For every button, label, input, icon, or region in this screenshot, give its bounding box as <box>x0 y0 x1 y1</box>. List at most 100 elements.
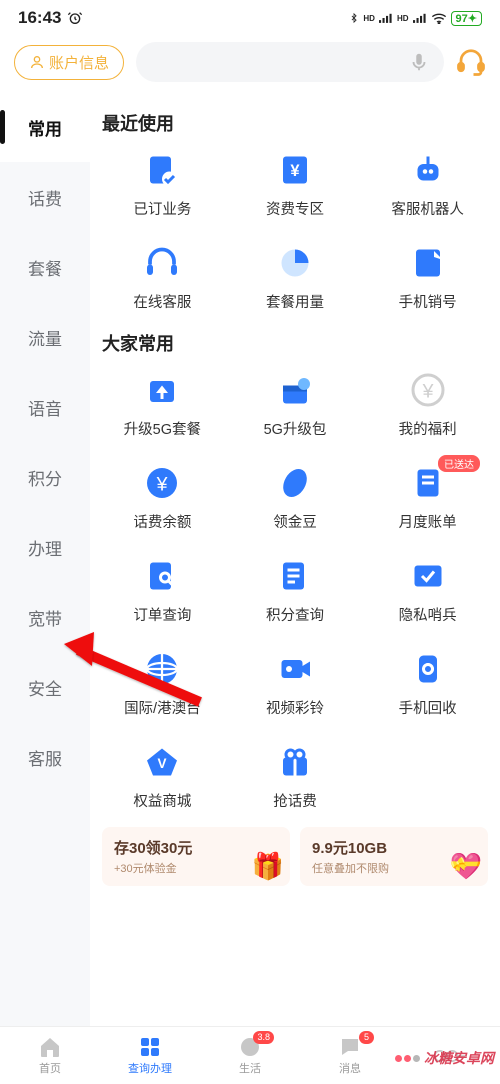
nav-life[interactable]: 3.8 生活 <box>200 1027 300 1084</box>
nav-messages[interactable]: 5 消息 <box>300 1027 400 1084</box>
robot-icon <box>408 150 448 190</box>
item-label: 隐私哨兵 <box>399 604 457 625</box>
mic-icon[interactable] <box>408 51 430 73</box>
item-label: 升级5G套餐 <box>124 418 201 439</box>
watermark: 冰糖安卓网 <box>395 1048 494 1068</box>
item-label: 抢话费 <box>273 790 317 811</box>
recycle-icon <box>408 649 448 689</box>
item-badge: 已送达 <box>438 455 480 472</box>
promo-gift-icon: 🎁 <box>252 851 284 882</box>
grid-icon <box>138 1035 162 1059</box>
service-item-headset[interactable]: 在线客服 <box>96 243 229 312</box>
status-bar: 16:43 HD HD 97✦ <box>0 0 500 36</box>
service-item-vip[interactable]: V 权益商城 <box>96 742 229 811</box>
service-item-globe[interactable]: 国际/港澳台 <box>96 649 229 718</box>
svg-text:¥: ¥ <box>156 474 168 496</box>
yen-solid-icon: ¥ <box>142 463 182 503</box>
search-doc-icon <box>142 556 182 596</box>
item-label: 订单查询 <box>133 604 191 625</box>
item-label: 视频彩铃 <box>266 697 324 718</box>
service-item-gift-g[interactable]: 5G升级包 <box>229 370 362 439</box>
sidebar-item-service[interactable]: 客服 <box>0 722 90 792</box>
service-item-recycle[interactable]: 手机回收 <box>361 649 494 718</box>
nav-badge: 3.8 <box>253 1031 274 1044</box>
svg-text:V: V <box>158 756 167 771</box>
doc-check-icon <box>142 150 182 190</box>
gift-icon <box>275 742 315 782</box>
battery-indicator: 97✦ <box>451 11 482 26</box>
svg-text:¥: ¥ <box>421 381 433 403</box>
vip-icon: V <box>142 742 182 782</box>
cancel-icon <box>408 243 448 283</box>
service-item-pie[interactable]: 套餐用量 <box>229 243 362 312</box>
service-item-list-doc[interactable]: 积分查询 <box>229 556 362 625</box>
promo-gift-icon: 💝 <box>450 851 482 882</box>
service-item-cancel[interactable]: 手机销号 <box>361 243 494 312</box>
item-label: 手机销号 <box>399 291 457 312</box>
sidebar-item-broadband[interactable]: 宽带 <box>0 582 90 652</box>
top-bar: 账户信息 <box>0 36 500 92</box>
item-label: 领金豆 <box>273 511 317 532</box>
service-item-yen-circle[interactable]: ¥ 我的福利 <box>361 370 494 439</box>
nav-badge: 5 <box>359 1031 374 1044</box>
service-item-bean[interactable]: 领金豆 <box>229 463 362 532</box>
signal-icon <box>379 12 393 24</box>
item-label: 资费专区 <box>266 198 324 219</box>
list-doc-icon <box>275 556 315 596</box>
customer-service-icon[interactable] <box>456 47 486 77</box>
item-label: 手机回收 <box>399 697 457 718</box>
price-tag-icon: ¥ <box>275 150 315 190</box>
service-item-shield[interactable]: 隐私哨兵 <box>361 556 494 625</box>
service-item-search-doc[interactable]: 订单查询 <box>96 556 229 625</box>
shield-icon <box>408 556 448 596</box>
item-label: 话费余额 <box>133 511 191 532</box>
svg-text:¥: ¥ <box>290 162 300 180</box>
signal-icon-2 <box>413 12 427 24</box>
nav-home[interactable]: 首页 <box>0 1027 100 1084</box>
status-time: 16:43 <box>18 8 61 28</box>
bluetooth-icon <box>349 11 359 25</box>
sidebar-item-data[interactable]: 流量 <box>0 302 90 372</box>
promo-card-1[interactable]: 存30领30元 +30元体验金 🎁 <box>102 827 290 886</box>
sidebar-item-common[interactable]: 常用 <box>0 92 90 162</box>
headset-icon <box>142 243 182 283</box>
item-label: 月度账单 <box>399 511 457 532</box>
sidebar-item-voice[interactable]: 语音 <box>0 372 90 442</box>
content-area: 最近使用 已订业务 ¥ 资费专区 客服机器人 在线客服 套餐用量 手机销号 大家… <box>90 92 500 1026</box>
promo-card-2[interactable]: 9.9元10GB 任意叠加不限购 💝 <box>300 827 488 886</box>
item-label: 我的福利 <box>399 418 457 439</box>
section-title-recent: 最近使用 <box>96 92 494 150</box>
section-title-popular: 大家常用 <box>96 312 494 370</box>
sidebar-item-balance[interactable]: 话费 <box>0 162 90 232</box>
sidebar-item-handle[interactable]: 办理 <box>0 512 90 582</box>
sidebar-item-security[interactable]: 安全 <box>0 652 90 722</box>
service-item-price-tag[interactable]: ¥ 资费专区 <box>229 150 362 219</box>
item-label: 套餐用量 <box>266 291 324 312</box>
service-item-robot[interactable]: 客服机器人 <box>361 150 494 219</box>
item-label: 5G升级包 <box>264 418 327 439</box>
service-item-bill[interactable]: 已送达 月度账单 <box>361 463 494 532</box>
item-label: 国际/港澳台 <box>124 697 201 718</box>
bean-icon <box>275 463 315 503</box>
item-label: 在线客服 <box>133 291 191 312</box>
service-item-yen-solid[interactable]: ¥ 话费余额 <box>96 463 229 532</box>
promo-row: 存30领30元 +30元体验金 🎁 9.9元10GB 任意叠加不限购 💝 <box>96 811 494 886</box>
search-input[interactable] <box>136 42 444 82</box>
alarm-icon <box>67 10 83 26</box>
category-sidebar: 常用 话费 套餐 流量 语音 积分 办理 宽带 安全 客服 <box>0 92 90 1026</box>
service-item-video[interactable]: 视频彩铃 <box>229 649 362 718</box>
sidebar-item-points[interactable]: 积分 <box>0 442 90 512</box>
sidebar-item-plan[interactable]: 套餐 <box>0 232 90 302</box>
wifi-icon <box>431 12 447 24</box>
account-info-button[interactable]: 账户信息 <box>14 45 124 80</box>
service-item-gift[interactable]: 抢话费 <box>229 742 362 811</box>
pie-icon <box>275 243 315 283</box>
nav-query[interactable]: 查询办理 <box>100 1027 200 1084</box>
video-icon <box>275 649 315 689</box>
service-item-doc-check[interactable]: 已订业务 <box>96 150 229 219</box>
item-label: 已订业务 <box>133 198 191 219</box>
item-label: 积分查询 <box>266 604 324 625</box>
service-item-upgrade[interactable]: 升级5G套餐 <box>96 370 229 439</box>
user-icon <box>29 54 45 70</box>
yen-circle-icon: ¥ <box>408 370 448 410</box>
